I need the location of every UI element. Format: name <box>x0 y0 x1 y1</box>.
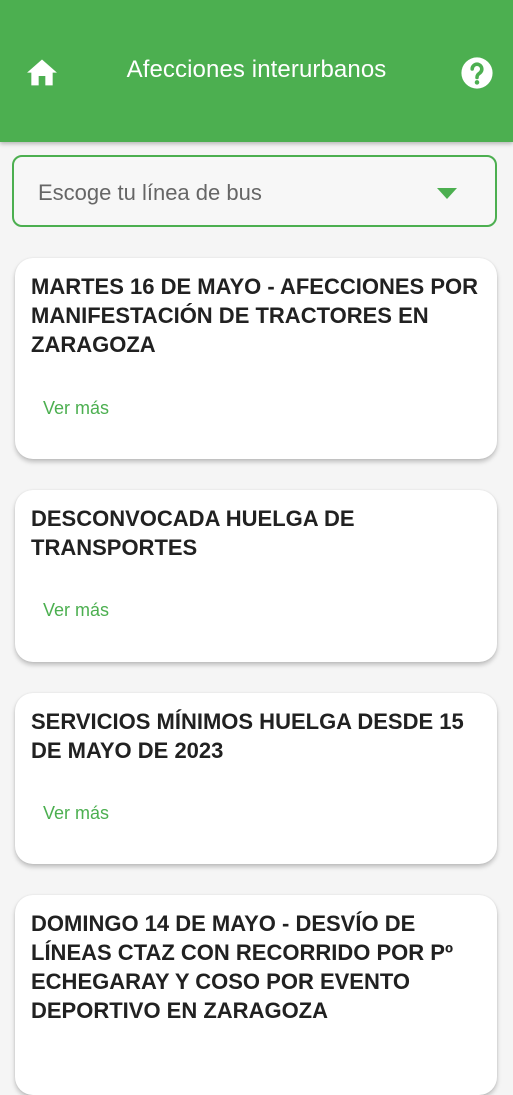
help-button[interactable] <box>459 55 495 91</box>
bus-line-placeholder: Escoge tu línea de bus <box>38 180 262 205</box>
help-icon <box>461 57 493 89</box>
see-more-link[interactable]: Ver más <box>43 600 109 621</box>
bus-line-dropdown[interactable]: Escoge tu línea de bus <box>12 155 497 227</box>
notice-title: MARTES 16 DE MAYO - AFECCIONES POR MANIF… <box>31 274 478 357</box>
notice-title: DOMINGO 14 DE MAYO - DESVÍO DE LÍNEAS CT… <box>31 911 453 1023</box>
dropdown-arrow-icon <box>437 188 457 199</box>
notice-title: SERVICIOS MÍNIMOS HUELGA DESDE 15 DE MAY… <box>31 709 464 763</box>
page-title: Afecciones interurbanos <box>126 56 387 83</box>
notice-card[interactable]: DESCONVOCADA HUELGA DE TRANSPORTES Ver m… <box>15 490 497 662</box>
see-more-link[interactable]: Ver más <box>43 398 109 419</box>
notice-card[interactable]: SERVICIOS MÍNIMOS HUELGA DESDE 15 DE MAY… <box>15 693 497 864</box>
app-bar: Afecciones interurbanos <box>0 0 513 142</box>
notice-card[interactable]: MARTES 16 DE MAYO - AFECCIONES POR MANIF… <box>15 258 497 459</box>
notice-title: DESCONVOCADA HUELGA DE TRANSPORTES <box>31 506 355 560</box>
see-more-link[interactable]: Ver más <box>43 803 109 824</box>
notice-card[interactable]: DOMINGO 14 DE MAYO - DESVÍO DE LÍNEAS CT… <box>15 895 497 1095</box>
